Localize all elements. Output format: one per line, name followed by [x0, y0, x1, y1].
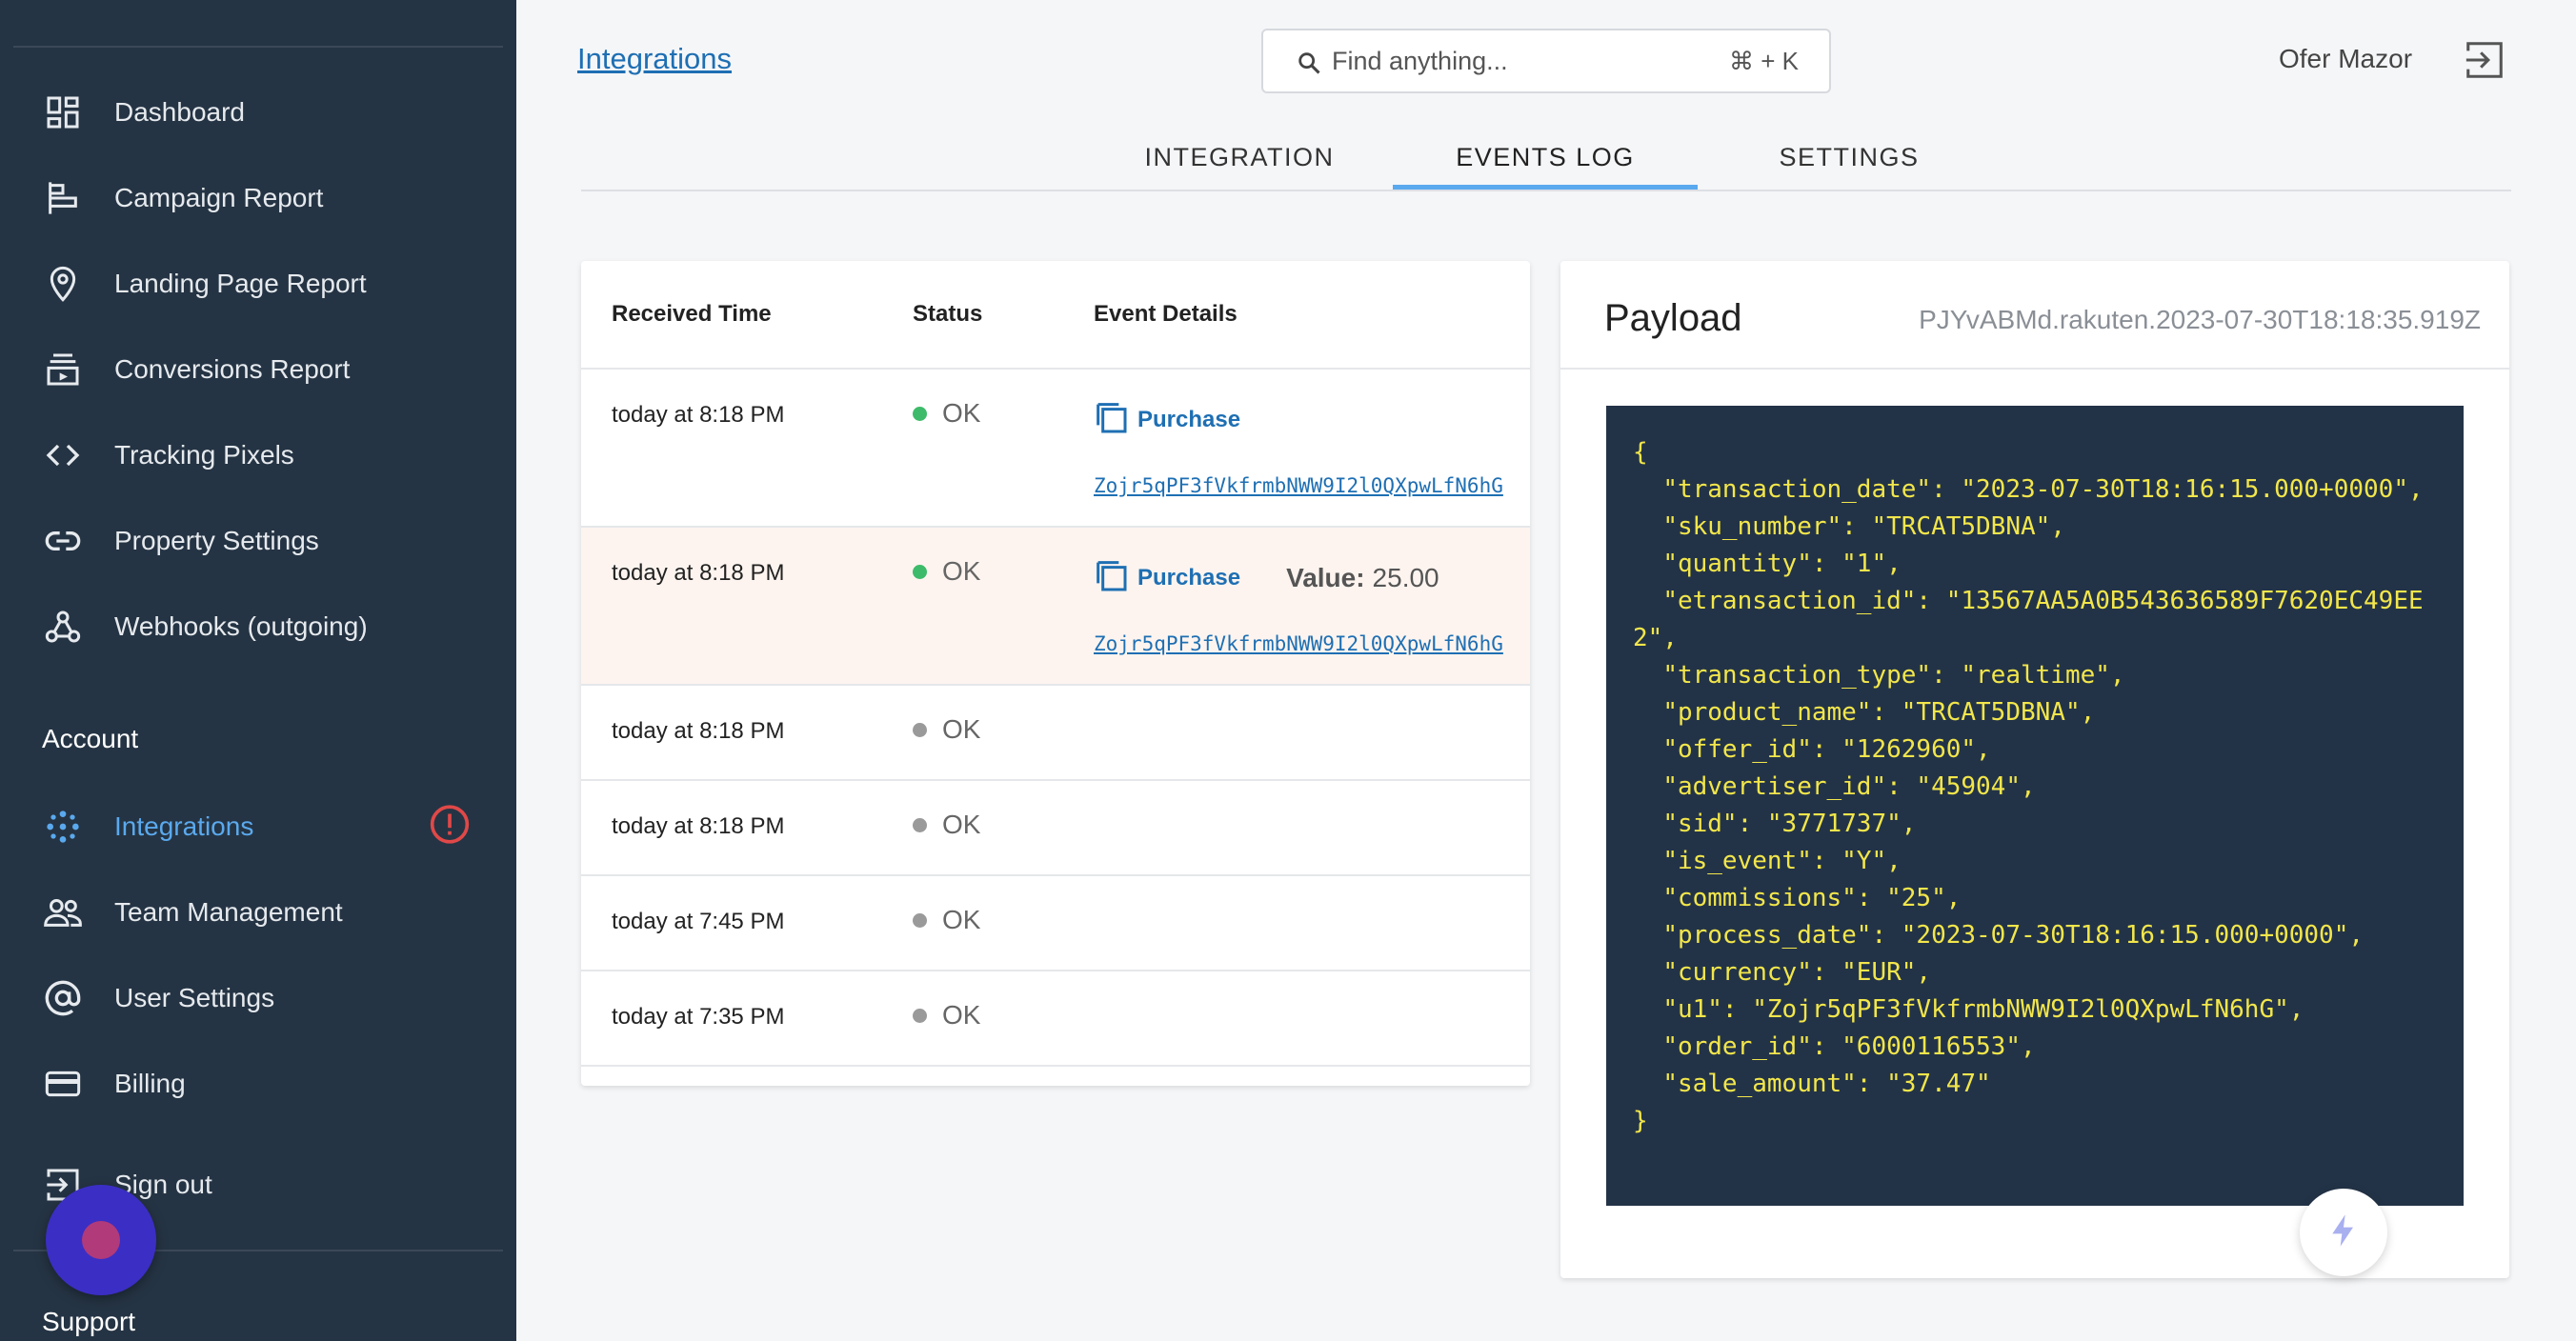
divider	[13, 46, 503, 48]
event-details: Purchase Value: 25.00	[1092, 556, 1439, 599]
received-time: today at 8:18 PM	[612, 718, 785, 744]
event-details: Purchase	[1092, 398, 1240, 441]
integrations-icon	[42, 806, 84, 848]
events-table: Received Time Status Event Details today…	[581, 261, 1530, 1086]
sidebar-item-billing[interactable]: Billing	[0, 1046, 516, 1122]
sidebar-item-team-management[interactable]: Team Management	[0, 874, 516, 951]
status-dot	[913, 1008, 927, 1023]
tab-settings[interactable]: SETTINGS	[1751, 124, 1947, 190]
copy-icon[interactable]	[1092, 556, 1130, 599]
sidebar-item-landing-page-report[interactable]: Landing Page Report	[0, 246, 516, 322]
lightning-button[interactable]	[2300, 1189, 2387, 1276]
active-tab-indicator	[1393, 185, 1698, 190]
sidebar-item-label: User Settings	[114, 983, 275, 1012]
tab-events-log[interactable]: EVENTS LOG	[1393, 124, 1698, 190]
search-input[interactable]: Find anything... ⌘ + K	[1261, 29, 1831, 93]
alert-icon	[429, 804, 471, 851]
tab-integration[interactable]: INTEGRATION	[1134, 124, 1345, 190]
status-dot	[913, 722, 927, 737]
column-header-status: Status	[913, 301, 983, 327]
event-name[interactable]: Purchase	[1137, 565, 1240, 591]
sidebar-item-campaign-report[interactable]: Campaign Report	[0, 160, 516, 236]
value-amount: 25.00	[1372, 562, 1439, 592]
sidebar-item-conversions-report[interactable]: Conversions Report	[0, 331, 516, 408]
payload-title: Payload	[1604, 297, 1742, 339]
sidebar-item-webhooks[interactable]: Webhooks (outgoing)	[0, 589, 516, 665]
sidebar: Dashboard Campaign Report Landing Page R…	[0, 0, 516, 1341]
status-dot	[913, 564, 927, 579]
sidebar-item-dashboard[interactable]: Dashboard	[0, 74, 516, 150]
campaign-icon	[42, 177, 84, 219]
transaction-id-link[interactable]: Zojr5qPF3fVkfrmbNWW9I2l0QXpwLfN6hG	[1094, 632, 1503, 655]
at-icon	[42, 977, 84, 1019]
sidebar-item-integrations[interactable]: Integrations	[0, 789, 516, 865]
sidebar-item-label: Campaign Report	[114, 183, 324, 212]
value-label: Value:	[1286, 562, 1365, 592]
table-row[interactable]: today at 7:45 PM OK	[581, 876, 1530, 971]
status-dot	[913, 406, 927, 421]
sidebar-item-property-settings[interactable]: Property Settings	[0, 503, 516, 579]
credit-card-icon	[42, 1063, 84, 1105]
copy-icon[interactable]	[1092, 398, 1130, 441]
event-name[interactable]: Purchase	[1137, 407, 1240, 433]
sidebar-item-label: Landing Page Report	[114, 269, 367, 298]
received-time: today at 7:35 PM	[612, 1004, 785, 1030]
dashboard-icon	[42, 91, 84, 133]
sidebar-item-label: Team Management	[114, 897, 343, 927]
chat-icon	[82, 1221, 120, 1259]
table-row[interactable]: today at 8:18 PM OK Purchase Value: 25.0…	[581, 528, 1530, 686]
status-badge: OK	[913, 810, 980, 840]
received-time: today at 8:18 PM	[612, 402, 785, 428]
conversions-icon	[42, 349, 84, 390]
divider	[1560, 368, 2509, 370]
search-shortcut: ⌘ + K	[1729, 46, 1799, 75]
chat-launcher-button[interactable]	[46, 1185, 156, 1295]
status-badge: OK	[913, 398, 980, 429]
payload-code-block: { "transaction_date": "2023-07-30T18:16:…	[1606, 406, 2464, 1206]
webhook-icon	[42, 606, 84, 648]
table-row[interactable]: today at 8:18 PM OK Purchase Zojr5qPF3fV…	[581, 370, 1530, 528]
user-name: Ofer Mazor	[2279, 44, 2413, 73]
sidebar-item-label: Dashboard	[114, 97, 245, 127]
column-header-event-details: Event Details	[1094, 301, 1238, 327]
status-badge: OK	[913, 556, 980, 587]
payload-id: PJYvABMd.rakuten.2023-07-30T18:18:35.919…	[1919, 305, 2481, 334]
breadcrumb[interactable]: Integrations	[577, 42, 732, 76]
status-dot	[913, 912, 927, 928]
sidebar-item-tracking-pixels[interactable]: Tracking Pixels	[0, 417, 516, 493]
sidebar-item-label: Conversions Report	[114, 354, 351, 384]
received-time: today at 7:45 PM	[612, 909, 785, 934]
status-badge: OK	[913, 905, 980, 935]
table-row[interactable]: today at 8:18 PM OK	[581, 781, 1530, 876]
sidebar-item-user-settings[interactable]: User Settings	[0, 960, 516, 1036]
status-dot	[913, 817, 927, 832]
link-icon	[42, 520, 84, 562]
lightning-icon	[2324, 1210, 2363, 1256]
status-badge: OK	[913, 1000, 980, 1031]
payload-panel: Payload PJYvABMd.rakuten.2023-07-30T18:1…	[1560, 261, 2509, 1278]
logout-icon[interactable]	[2462, 38, 2507, 87]
sidebar-item-label: Integrations	[114, 811, 254, 841]
status-badge: OK	[913, 714, 980, 745]
table-row[interactable]: today at 7:35 PM OK	[581, 971, 1530, 1067]
search-icon	[1296, 50, 1322, 81]
tabs-divider	[581, 190, 2511, 191]
sidebar-item-label: Tracking Pixels	[114, 440, 294, 470]
location-pin-icon	[42, 263, 84, 305]
received-time: today at 8:18 PM	[612, 560, 785, 586]
transaction-id-link[interactable]: Zojr5qPF3fVkfrmbNWW9I2l0QXpwLfN6hG	[1094, 474, 1503, 497]
support-section-title: Support	[42, 1307, 136, 1336]
code-icon	[42, 434, 84, 476]
sidebar-item-label: Webhooks (outgoing)	[114, 611, 368, 641]
team-icon	[42, 891, 84, 933]
table-row[interactable]: today at 8:18 PM OK	[581, 686, 1530, 781]
sidebar-item-label: Property Settings	[114, 526, 319, 555]
sidebar-item-label: Billing	[114, 1069, 186, 1098]
account-section-title: Account	[42, 724, 139, 753]
column-header-received-time: Received Time	[612, 301, 772, 327]
received-time: today at 8:18 PM	[612, 813, 785, 839]
search-placeholder: Find anything...	[1332, 46, 1508, 75]
